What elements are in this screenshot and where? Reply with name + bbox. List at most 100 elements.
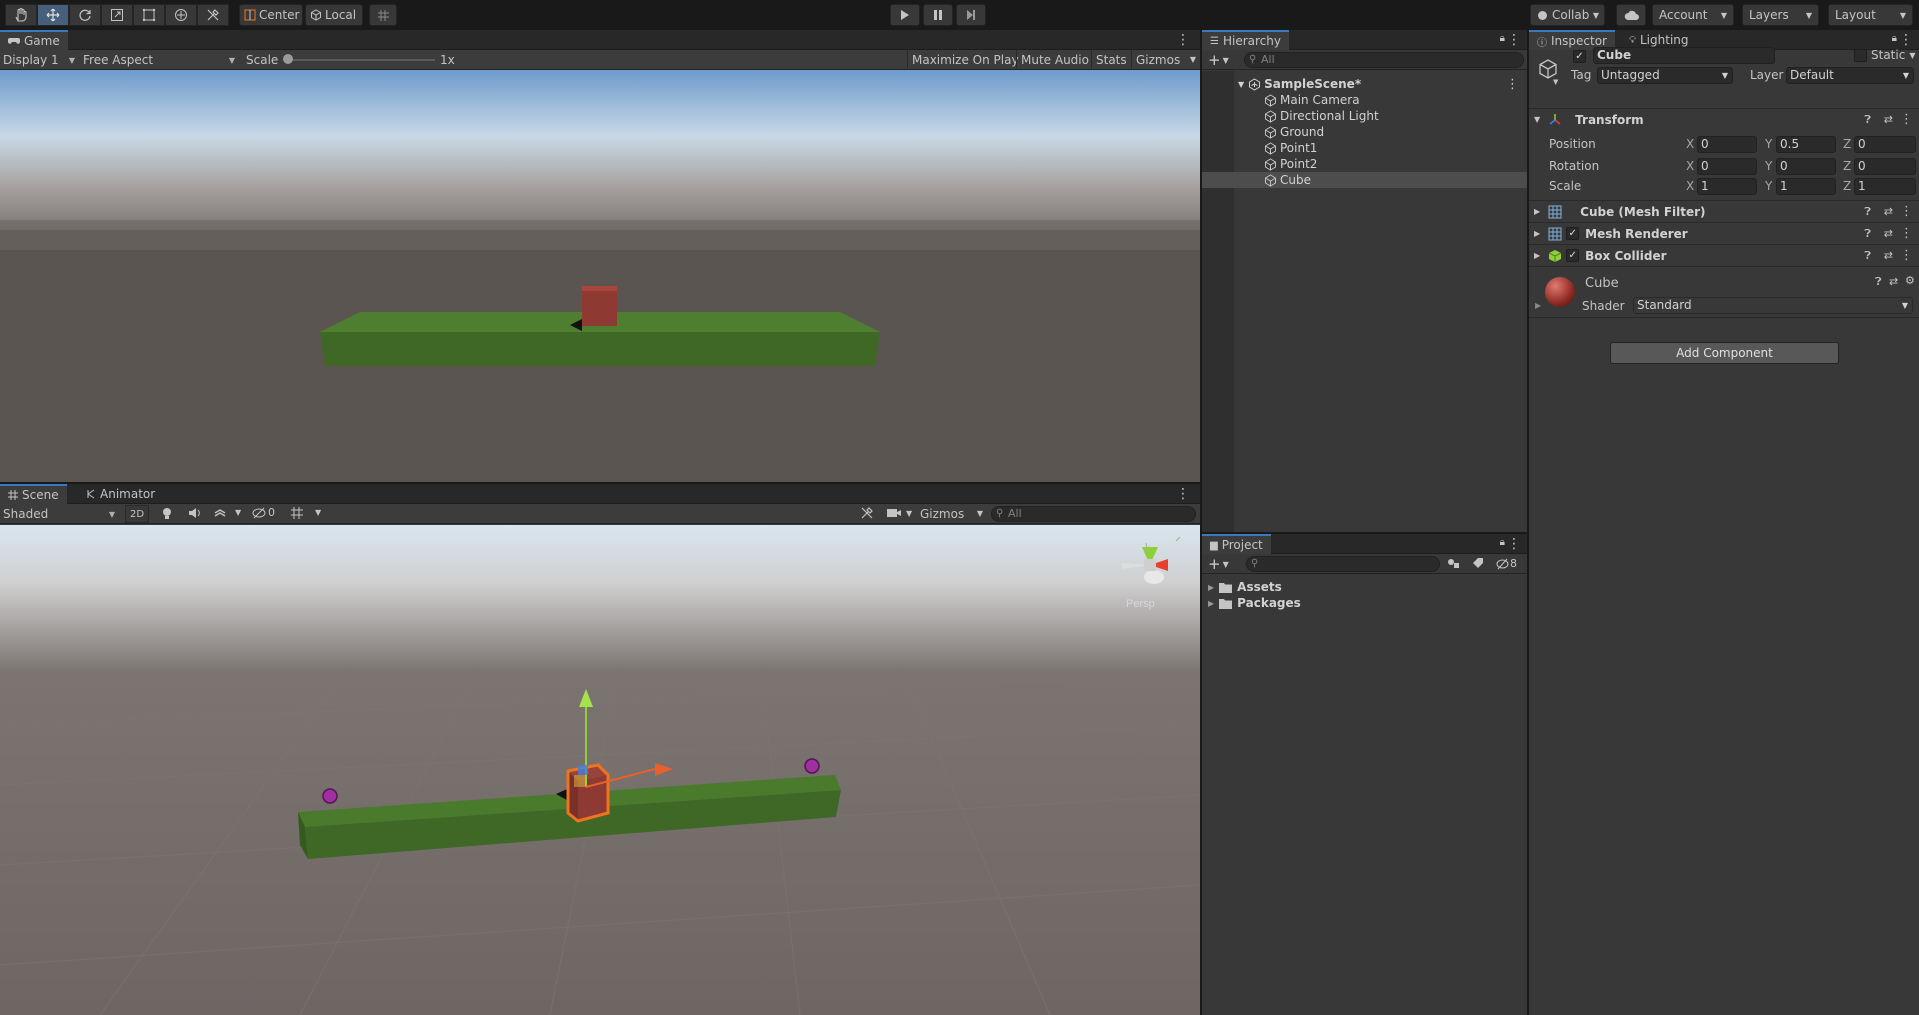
- presets-icon[interactable]: ⇄: [1884, 249, 1893, 262]
- search-by-label-icon[interactable]: [1472, 557, 1484, 572]
- project-search-input[interactable]: ⚲: [1246, 556, 1440, 572]
- tab-hierarchy[interactable]: ☰ Hierarchy: [1202, 30, 1289, 50]
- mute-audio-toggle[interactable]: Mute Audio: [1016, 50, 1093, 70]
- rotation-z-field[interactable]: 0: [1854, 158, 1916, 175]
- hidden-objects-toggle[interactable]: 0: [252, 506, 275, 519]
- hand-tool-icon[interactable]: [5, 4, 37, 26]
- help-icon[interactable]: ❓︎: [1864, 227, 1871, 241]
- maximize-on-play-toggle[interactable]: Maximize On Play: [907, 50, 1023, 70]
- pivot-center-button[interactable]: Center: [239, 4, 303, 26]
- divider[interactable]: [1202, 532, 1527, 534]
- grid-snap-button[interactable]: [369, 4, 397, 26]
- mode-2d-toggle[interactable]: 2D: [125, 505, 149, 523]
- display-dropdown[interactable]: Display 1 ▼: [0, 51, 78, 69]
- transform-component-header[interactable]: ▼ Transform ❓︎ ⇄ ⋮: [1529, 108, 1919, 130]
- plane-handle[interactable]: [574, 775, 586, 787]
- axis-label[interactable]: Z: [1843, 137, 1851, 151]
- presets-icon[interactable]: ⇄: [1889, 275, 1898, 288]
- lighting-toggle-icon[interactable]: [160, 506, 174, 523]
- position-x-field[interactable]: 0: [1697, 136, 1757, 153]
- more-menu-icon[interactable]: ⋮: [1176, 487, 1190, 501]
- mesh-renderer-header[interactable]: ▶ ✓ Mesh Renderer ❓︎ ⇄ ⋮: [1529, 222, 1919, 244]
- gear-icon[interactable]: ⚙︎: [1905, 274, 1915, 287]
- position-y-field[interactable]: 0.5: [1776, 136, 1836, 153]
- scene-search-input[interactable]: ⚲ All: [991, 506, 1196, 522]
- tab-project[interactable]: ▆ Project: [1202, 534, 1271, 554]
- material-sphere-icon[interactable]: [1545, 277, 1575, 307]
- divider[interactable]: [1200, 30, 1202, 1015]
- hierarchy-item[interactable]: Point2: [1202, 156, 1527, 172]
- pivot-local-button[interactable]: Local: [305, 4, 363, 26]
- axis-label[interactable]: Y: [1765, 137, 1772, 151]
- effects-toggle-icon[interactable]: [213, 506, 227, 523]
- expand-arrow-icon[interactable]: ▶: [1208, 599, 1214, 608]
- more-menu-icon[interactable]: ⋮: [1899, 33, 1913, 47]
- play-button[interactable]: [890, 4, 920, 26]
- box-collider-enabled-checkbox[interactable]: ✓: [1566, 249, 1580, 262]
- mesh-renderer-enabled-checkbox[interactable]: ✓: [1566, 227, 1580, 240]
- audio-toggle-icon[interactable]: [187, 506, 201, 523]
- more-menu-icon[interactable]: ⋮: [1507, 537, 1521, 551]
- scale-tool-icon[interactable]: [101, 4, 133, 26]
- scene-tools-icon[interactable]: [860, 506, 874, 523]
- static-checkbox[interactable]: [1854, 48, 1867, 62]
- collapse-arrow-icon[interactable]: ▶: [1535, 301, 1541, 310]
- pause-button[interactable]: [923, 4, 953, 26]
- hierarchy-item[interactable]: Main Camera: [1202, 92, 1527, 108]
- scene-viewport[interactable]: Persp: [0, 525, 1200, 1015]
- layer-dropdown[interactable]: Default ▼: [1786, 67, 1914, 84]
- lock-icon[interactable]: 🔒︎: [1500, 537, 1505, 548]
- more-menu-icon[interactable]: ⋮: [1900, 204, 1913, 219]
- custom-tools-icon[interactable]: [197, 4, 229, 26]
- axis-label[interactable]: X: [1686, 137, 1694, 151]
- collapse-arrow-icon[interactable]: ▶: [1534, 207, 1540, 216]
- hierarchy-search-input[interactable]: ⚲ All: [1244, 52, 1524, 68]
- mesh-filter-header[interactable]: ▶ Cube (Mesh Filter) ❓︎ ⇄ ⋮: [1529, 200, 1919, 222]
- shader-dropdown[interactable]: Standard ▼: [1633, 297, 1913, 314]
- box-collider-header[interactable]: ▶ ✓ Box Collider ❓︎ ⇄ ⋮: [1529, 244, 1919, 266]
- tag-dropdown[interactable]: Untagged ▼: [1597, 67, 1733, 84]
- static-toggle[interactable]: Static ▼: [1854, 48, 1915, 62]
- tab-animator[interactable]: Animator: [78, 484, 163, 504]
- chevron-down-icon[interactable]: ▼: [315, 508, 321, 517]
- more-menu-icon[interactable]: ⋮: [1507, 33, 1521, 47]
- cloud-button[interactable]: [1616, 4, 1646, 26]
- chevron-down-icon[interactable]: ▼: [235, 508, 241, 517]
- scene-gizmos-dropdown[interactable]: Gizmos ▼: [917, 504, 983, 524]
- axis-label[interactable]: Z: [1843, 159, 1851, 173]
- collapse-arrow-icon[interactable]: ▶: [1534, 229, 1540, 238]
- z-axis-handle[interactable]: [578, 765, 588, 775]
- axis-label[interactable]: Z: [1843, 179, 1851, 193]
- game-gizmos-dropdown[interactable]: Gizmos ▼: [1131, 50, 1200, 70]
- more-menu-icon[interactable]: ⋮: [1900, 226, 1913, 241]
- rect-tool-icon[interactable]: [133, 4, 165, 26]
- persp-label[interactable]: Persp: [1126, 598, 1155, 610]
- position-z-field[interactable]: 0: [1854, 136, 1916, 153]
- presets-icon[interactable]: ⇄: [1884, 227, 1893, 240]
- axis-label[interactable]: Y: [1765, 159, 1772, 173]
- hierarchy-item[interactable]: Cube: [1202, 172, 1527, 188]
- lock-icon[interactable]: 🔒︎: [1500, 33, 1505, 44]
- move-tool-icon[interactable]: [37, 4, 69, 26]
- project-folder[interactable]: ▶ Assets: [1202, 579, 1527, 595]
- scale-slider-track[interactable]: [285, 59, 435, 61]
- scene-root-row[interactable]: ▼ SampleScene* ⋮: [1202, 76, 1527, 92]
- tab-scene[interactable]: Scene: [0, 484, 67, 504]
- object-name-field[interactable]: Cube: [1593, 47, 1775, 64]
- help-icon[interactable]: ❓︎: [1864, 249, 1871, 263]
- collapse-arrow-icon[interactable]: ▶: [1534, 251, 1540, 260]
- game-viewport[interactable]: [0, 70, 1200, 482]
- add-component-button[interactable]: Add Component: [1610, 342, 1839, 364]
- chevron-down-icon[interactable]: ▼: [1553, 78, 1558, 86]
- rotation-x-field[interactable]: 0: [1697, 158, 1757, 175]
- rotation-y-field[interactable]: 0: [1776, 158, 1836, 175]
- camera-settings-button[interactable]: ▼: [886, 507, 912, 519]
- more-menu-icon[interactable]: ⋮: [1900, 248, 1913, 263]
- point1-gizmo[interactable]: [322, 788, 338, 804]
- transform-all-tool-icon[interactable]: [165, 4, 197, 26]
- stats-toggle[interactable]: Stats: [1091, 50, 1131, 70]
- expand-arrow-icon[interactable]: ▼: [1534, 115, 1540, 124]
- help-icon[interactable]: ❓︎: [1864, 113, 1871, 127]
- expand-arrow-icon[interactable]: ▶: [1208, 583, 1214, 592]
- axis-label[interactable]: X: [1686, 179, 1694, 193]
